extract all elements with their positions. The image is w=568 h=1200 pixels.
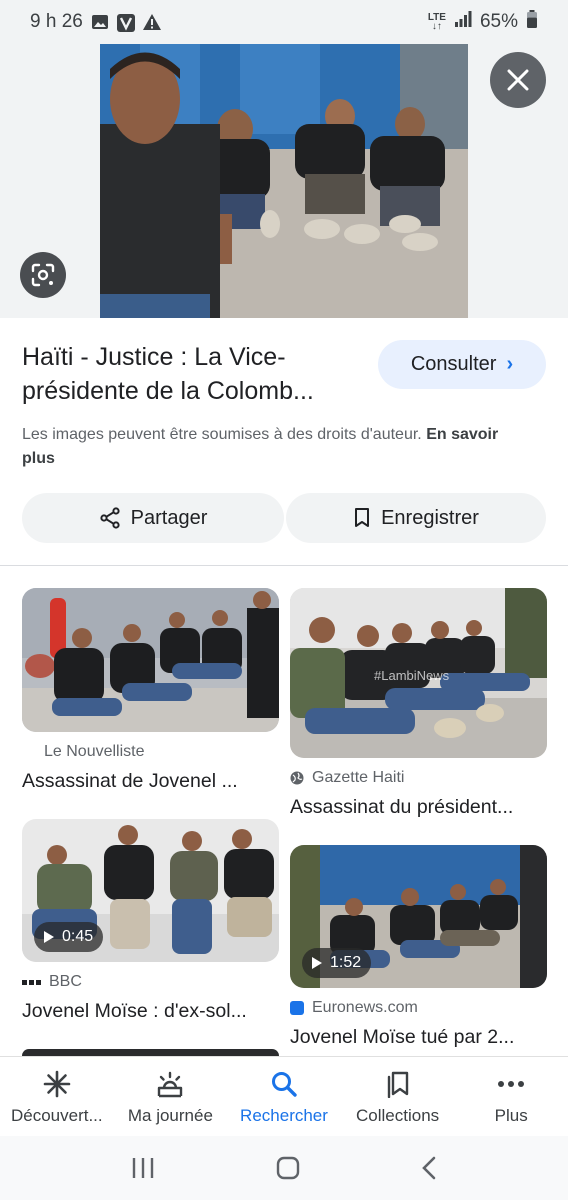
gallery-icon xyxy=(91,14,109,30)
nav-my-day[interactable]: Ma journée xyxy=(114,1057,228,1136)
consult-button[interactable]: Consulter › xyxy=(378,340,546,389)
lens-button[interactable] xyxy=(20,252,66,298)
nav-label: Collections xyxy=(356,1106,440,1125)
bottom-navigation: Découvert... Ma journée Rechercher Colle… xyxy=(0,1056,568,1136)
battery-level: 65% xyxy=(479,11,518,32)
asterisk-icon xyxy=(43,1070,71,1098)
result-card-title[interactable]: Jovenel Moïse tué par 2... xyxy=(290,1026,547,1049)
system-navigation-bar xyxy=(0,1136,568,1200)
result-source: Gazette Haiti xyxy=(290,768,547,788)
warning-icon xyxy=(142,14,161,30)
nav-more[interactable]: Plus xyxy=(454,1057,568,1136)
search-icon xyxy=(271,1072,297,1097)
collections-icon xyxy=(387,1071,408,1098)
bookmark-icon xyxy=(355,508,370,527)
source-name: BBC xyxy=(49,973,82,990)
close-button[interactable] xyxy=(490,52,546,108)
nav-search[interactable]: Rechercher xyxy=(227,1057,341,1136)
network-label: LTE xyxy=(427,12,446,23)
duration-text: 0:45 xyxy=(62,928,94,945)
save-label: Enregistrer xyxy=(381,506,479,529)
nav-label: Découvert... xyxy=(10,1106,103,1125)
globe-icon xyxy=(290,771,304,785)
result-source: BBC xyxy=(22,972,279,992)
video-duration-badge: 0:45 xyxy=(34,922,104,952)
share-button[interactable]: Partager xyxy=(22,493,284,543)
home-icon[interactable] xyxy=(276,1156,300,1180)
share-label: Partager xyxy=(130,506,208,529)
result-card-title[interactable]: Assassinat du président... xyxy=(290,796,547,819)
hero-photo xyxy=(100,44,468,318)
copyright-text: Les images peuvent être soumises à des d… xyxy=(22,426,422,443)
status-bar: 9 h 26 LTE ↓↑ 65% xyxy=(0,0,568,44)
result-thumbnail[interactable]: 1:52 xyxy=(290,845,547,988)
nav-label: Ma journée xyxy=(127,1106,213,1125)
nav-label: Plus xyxy=(494,1106,528,1125)
status-time: 9 h 26 xyxy=(30,11,83,32)
result-card[interactable]: 0:45 BBC Jovenel Moïse : d'ex-sol... xyxy=(22,819,279,1023)
play-icon xyxy=(44,931,54,943)
recent-apps-icon[interactable] xyxy=(131,1157,155,1179)
result-source: Euronews.com xyxy=(290,998,547,1018)
save-button[interactable]: Enregistrer xyxy=(286,493,546,543)
image-preview xyxy=(0,44,568,318)
nav-label: Rechercher xyxy=(240,1106,328,1125)
result-card[interactable]: Le Nouvelliste Assassinat de Jovenel ... xyxy=(22,588,279,793)
battery-icon xyxy=(526,10,538,34)
source-name: Le Nouvelliste xyxy=(44,743,145,760)
result-thumbnail[interactable] xyxy=(22,588,279,732)
watermark-text: #LambiNews xyxy=(374,668,450,683)
back-icon[interactable] xyxy=(421,1156,437,1180)
result-source: Le Nouvelliste xyxy=(22,742,279,762)
play-icon xyxy=(312,957,322,969)
euronews-logo-icon xyxy=(290,1001,304,1015)
result-card[interactable]: #LambiNews Gazette Haiti Assassinat du p… xyxy=(290,588,547,819)
close-icon xyxy=(507,69,529,91)
result-thumbnail[interactable]: 0:45 xyxy=(22,819,279,962)
signal-icon xyxy=(454,11,472,33)
more-icon xyxy=(498,1081,525,1087)
nav-discover[interactable]: Découvert... xyxy=(0,1057,114,1136)
nav-collections[interactable]: Collections xyxy=(341,1057,455,1136)
duration-text: 1:52 xyxy=(330,954,362,971)
consult-label: Consulter xyxy=(410,353,497,375)
sunrise-icon xyxy=(158,1071,183,1098)
source-name: Gazette Haiti xyxy=(312,769,405,786)
result-card-title[interactable]: Assassinat de Jovenel ... xyxy=(22,770,279,793)
share-icon xyxy=(100,507,120,529)
section-divider xyxy=(0,565,568,566)
result-card-title[interactable]: Jovenel Moïse : d'ex-sol... xyxy=(22,1000,279,1023)
result-thumbnail-partial[interactable] xyxy=(22,1049,279,1056)
result-card[interactable]: 1:52 Euronews.com Jovenel Moïse tué par … xyxy=(290,845,547,1049)
source-name: Euronews.com xyxy=(312,999,418,1016)
result-thumbnail[interactable]: #LambiNews xyxy=(290,588,547,758)
v-app-icon xyxy=(116,14,135,32)
copyright-notice: Les images peuvent être soumises à des d… xyxy=(22,423,522,471)
video-duration-badge: 1:52 xyxy=(302,948,372,978)
lte-indicator: LTE ↓↑ xyxy=(427,12,446,32)
lens-icon xyxy=(31,263,55,287)
result-title[interactable]: Haïti - Justice : La Vice-présidente de … xyxy=(22,340,367,408)
bbc-logo-icon xyxy=(22,979,41,985)
chevron-right-icon: › xyxy=(506,353,514,375)
